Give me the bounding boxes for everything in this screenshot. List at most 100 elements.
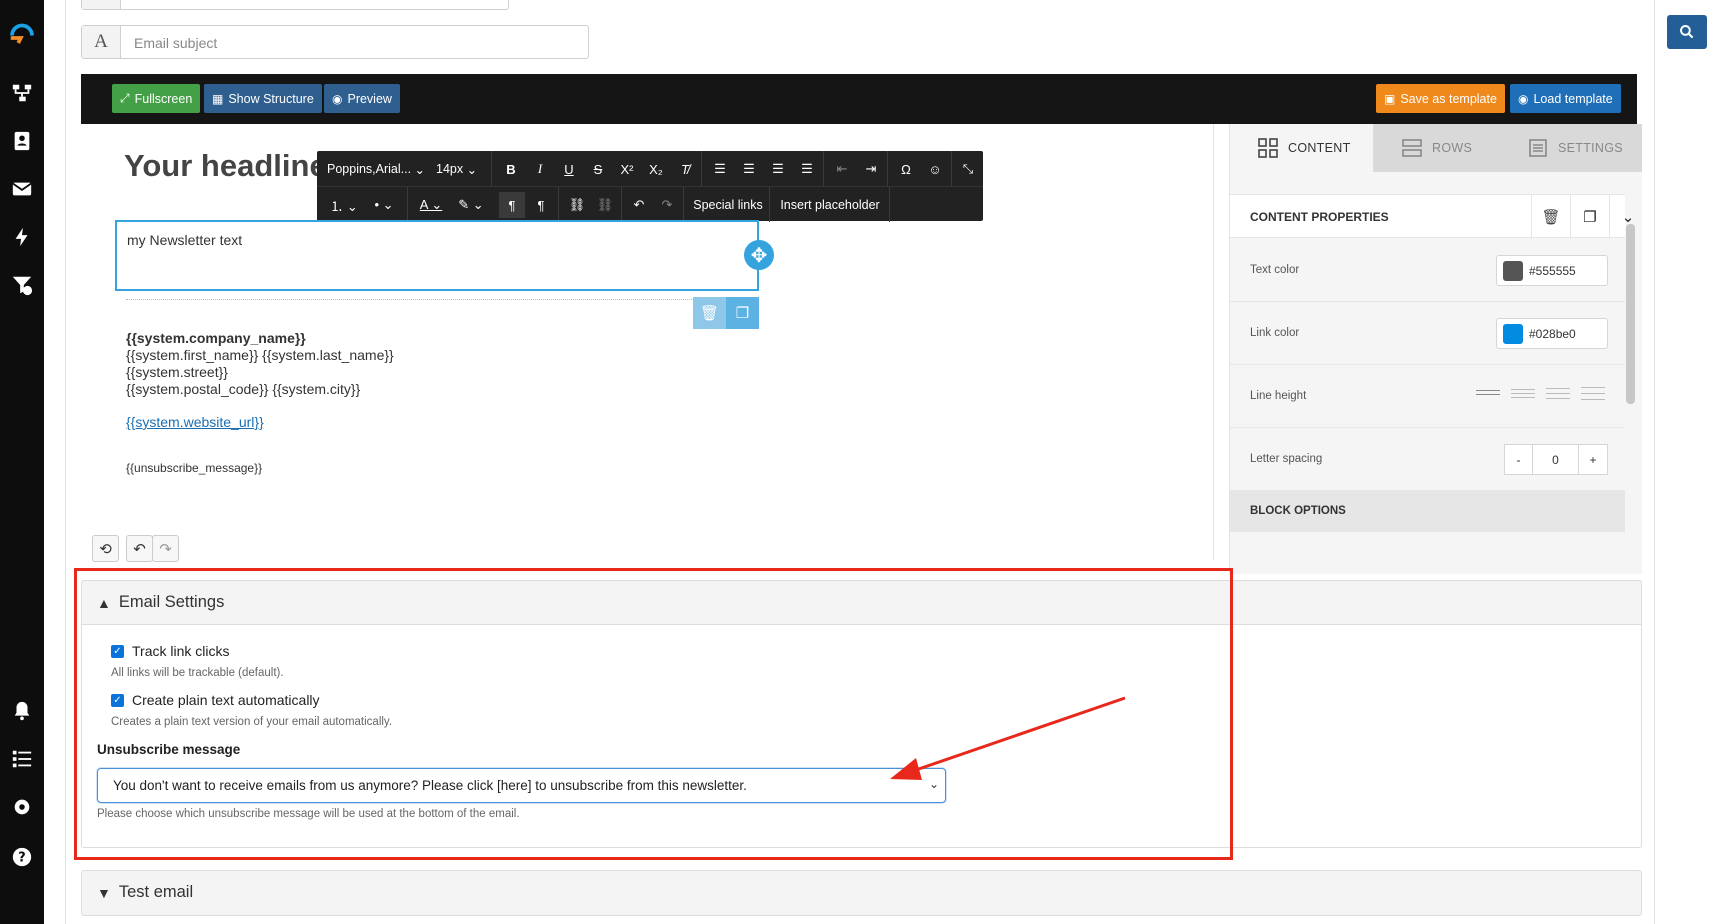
- email-icon[interactable]: [7, 174, 37, 204]
- font-family-select[interactable]: Poppins,Arial... ⌄: [327, 156, 425, 182]
- rtl-icon[interactable]: ¶: [528, 192, 554, 218]
- superscript-icon[interactable]: X²: [616, 156, 638, 182]
- duplicate-block-icon[interactable]: ❐: [726, 297, 759, 329]
- email-subject-field[interactable]: A Email subject: [81, 25, 589, 59]
- help-icon[interactable]: ?: [7, 842, 37, 872]
- align-center-icon[interactable]: ☰: [738, 156, 760, 182]
- chevron-down-icon: ▼: [97, 884, 111, 901]
- duplicate-icon[interactable]: ❐: [1571, 195, 1609, 239]
- funnel-dollar-icon[interactable]: [7, 270, 37, 300]
- ltr-icon[interactable]: ¶: [499, 192, 525, 218]
- undo-icon[interactable]: ↶: [126, 535, 153, 562]
- company-name-placeholder: {{system.company_name}}: [126, 330, 306, 346]
- sender-addon: [82, 0, 121, 9]
- load-template-button[interactable]: ◉ Load template: [1510, 84, 1621, 113]
- panel-scrollbar[interactable]: [1626, 224, 1635, 514]
- svg-text:?: ?: [18, 851, 25, 866]
- tab-content[interactable]: CONTENT: [1230, 124, 1374, 172]
- letter-spacing-minus[interactable]: -: [1505, 445, 1533, 474]
- underline-icon[interactable]: U: [558, 156, 580, 182]
- redo-icon[interactable]: ↷: [152, 535, 179, 562]
- search-icon: [1680, 25, 1694, 39]
- line-height-normal-icon[interactable]: [1511, 389, 1535, 401]
- annotation-arrow: [890, 696, 1126, 780]
- unsubscribe-placeholder: {{unsubscribe_message}}: [126, 461, 263, 475]
- align-right-icon[interactable]: ☰: [767, 156, 789, 182]
- collapse-icon[interactable]: ⤡: [957, 156, 979, 182]
- rows-icon: [1402, 139, 1422, 157]
- letter-spacing-plus[interactable]: +: [1579, 445, 1607, 474]
- subscript-icon[interactable]: X₂: [645, 156, 667, 182]
- line-height-wide-icon[interactable]: [1546, 388, 1570, 400]
- tab-rows[interactable]: ROWS: [1374, 124, 1500, 172]
- outdent-icon[interactable]: ⇤: [831, 156, 853, 182]
- sender-field[interactable]: [81, 0, 509, 10]
- content-properties-header: CONTENT PROPERTIES 🗑 ❐ ⌄: [1230, 194, 1634, 239]
- delete-block-trash-icon[interactable]: 🗑: [693, 297, 726, 329]
- tasks-list-icon[interactable]: [7, 744, 37, 774]
- font-size-select[interactable]: 14px ⌄: [436, 156, 477, 182]
- workflow-icon[interactable]: [7, 78, 37, 108]
- clear-format-icon[interactable]: T̸: [674, 156, 696, 182]
- text-color-swatch: [1503, 260, 1523, 281]
- divider: [126, 299, 756, 300]
- app-logo-icon[interactable]: [7, 18, 37, 48]
- street-placeholder: {{system.street}}: [126, 364, 228, 380]
- block-options-header: BLOCK OPTIONS: [1230, 491, 1625, 532]
- history-icon[interactable]: ⟲: [92, 535, 119, 562]
- show-structure-button[interactable]: ▦ Show Structure: [204, 84, 322, 113]
- email-headline[interactable]: Your headline: [124, 148, 327, 184]
- app-sidebar: ?: [0, 0, 44, 924]
- letter-spacing-value[interactable]: 0: [1533, 445, 1579, 474]
- save-as-template-button[interactable]: ▣ Save as template: [1376, 84, 1505, 113]
- bullet-list-icon[interactable]: • ⌄: [367, 192, 401, 218]
- preview-button[interactable]: ◉ Preview: [324, 84, 400, 113]
- eye-icon: ◉: [332, 91, 343, 106]
- automation-bolt-icon[interactable]: [7, 222, 37, 252]
- contacts-icon[interactable]: [7, 126, 37, 156]
- name-placeholder: {{system.first_name}} {{system.last_name…: [126, 347, 394, 363]
- expand-icon: ⤢: [120, 91, 130, 105]
- rich-text-toolbar: Poppins,Arial... ⌄ 14px ⌄ B I U S X² X₂ …: [317, 151, 983, 222]
- insert-placeholder-button[interactable]: Insert placeholder: [775, 192, 885, 218]
- emoji-icon[interactable]: ☺: [924, 156, 946, 182]
- text-color-row: Text color #555555: [1230, 239, 1625, 302]
- line-height-compact-icon[interactable]: [1476, 390, 1500, 402]
- newsletter-text[interactable]: my Newsletter text: [127, 232, 242, 248]
- email-subject-placeholder: Email subject: [134, 35, 218, 51]
- move-handle-icon[interactable]: ✥: [744, 240, 774, 270]
- undo-icon[interactable]: ↶: [627, 192, 651, 218]
- notifications-bell-icon[interactable]: [7, 696, 37, 726]
- line-height-widest-icon[interactable]: [1581, 387, 1605, 400]
- settings-doc-icon: [1529, 139, 1547, 157]
- text-color-icon[interactable]: A ⌄: [414, 192, 448, 218]
- link-icon[interactable]: ⛓: [565, 192, 589, 218]
- align-justify-icon[interactable]: ☰: [796, 156, 818, 182]
- align-left-icon[interactable]: ☰: [709, 156, 731, 182]
- fullscreen-button[interactable]: ⤢ Fullscreen: [112, 84, 201, 113]
- settings-gear-icon[interactable]: [7, 792, 37, 822]
- indent-icon[interactable]: ⇥: [860, 156, 882, 182]
- delete-trash-icon[interactable]: 🗑: [1532, 195, 1570, 239]
- numbered-list-icon[interactable]: ⒈ ⌄: [327, 192, 361, 218]
- strikethrough-icon[interactable]: S: [587, 156, 609, 182]
- test-email-header[interactable]: ▼ Test email: [81, 870, 1642, 916]
- unlink-icon[interactable]: ⛓: [593, 192, 617, 218]
- highlight-color-icon[interactable]: ✎ ⌄: [454, 192, 488, 218]
- letter-spacing-stepper[interactable]: - 0 +: [1504, 444, 1608, 475]
- content-grid-icon: [1258, 138, 1278, 158]
- search-button[interactable]: [1667, 15, 1707, 49]
- properties-panel: CONTENT ROWS SETTINGS CONTENT PROPERTIES…: [1229, 124, 1642, 574]
- website-url-link[interactable]: {{system.website_url}}: [126, 414, 264, 430]
- special-links-button[interactable]: Special links: [691, 192, 765, 218]
- selected-text-block[interactable]: my Newsletter text: [115, 220, 759, 291]
- special-char-icon[interactable]: Ω: [895, 156, 917, 182]
- text-color-picker[interactable]: #555555: [1496, 255, 1608, 286]
- italic-icon[interactable]: I: [529, 156, 551, 182]
- tab-settings[interactable]: SETTINGS: [1500, 124, 1642, 172]
- redo-icon[interactable]: ↷: [655, 192, 679, 218]
- bold-icon[interactable]: B: [500, 156, 522, 182]
- editor-toolbar: ⤢ Fullscreen ▦ Show Structure ◉ Preview ▣ Sa…: [81, 74, 1637, 124]
- link-color-row: Link color #028be0: [1230, 302, 1625, 365]
- link-color-picker[interactable]: #028be0: [1496, 318, 1608, 349]
